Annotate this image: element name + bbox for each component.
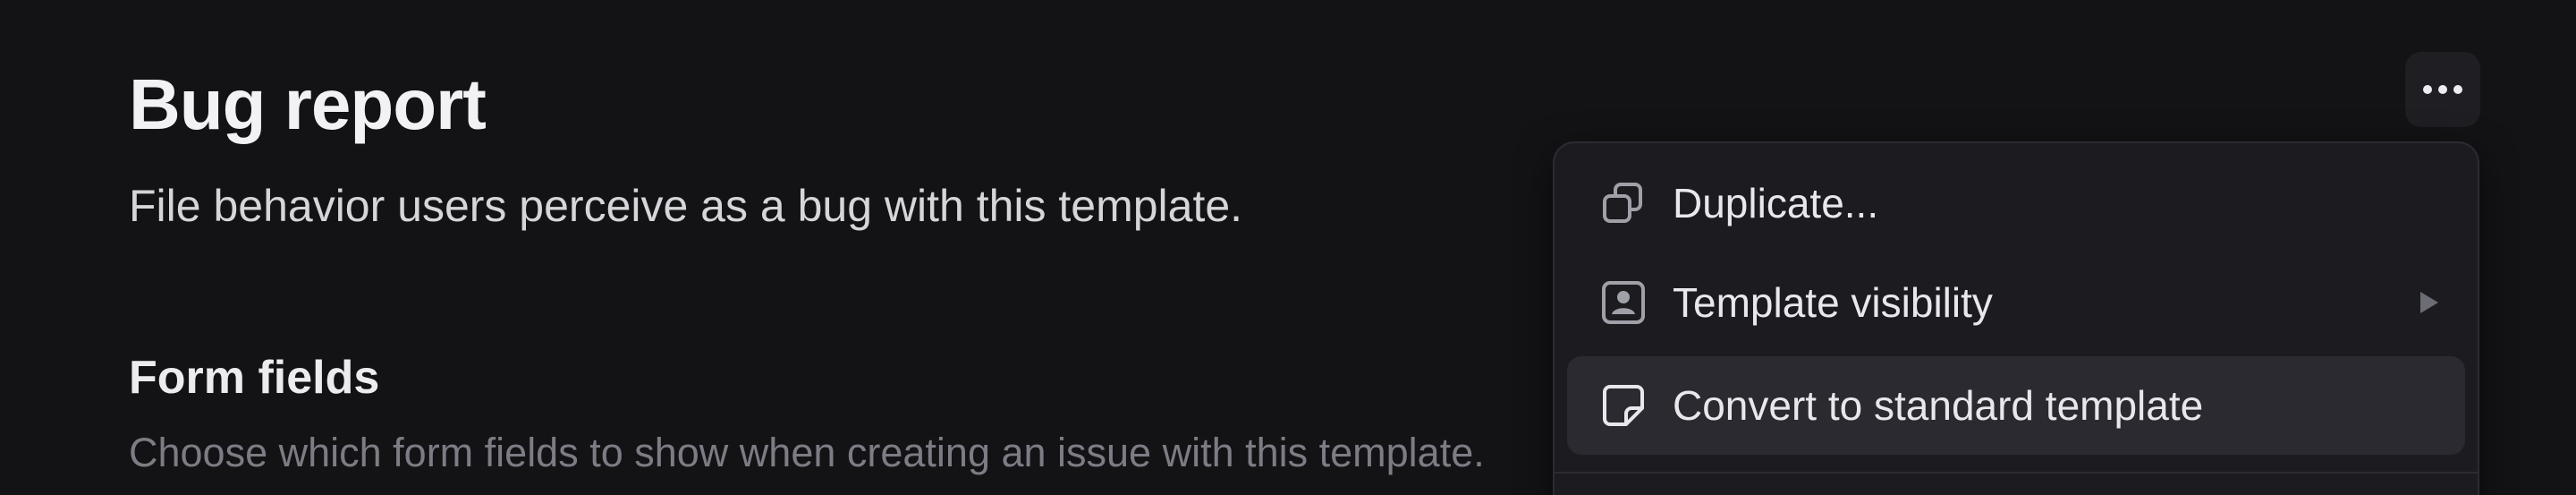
page-description: File behavior users perceive as a bug wi… [129, 181, 1243, 231]
menu-item-label: Duplicate... [1673, 180, 1879, 226]
options-menu: Duplicate... Template visibility Convert [1553, 141, 2479, 495]
menu-divider [1555, 472, 2478, 474]
chevron-right-icon [2420, 292, 2438, 313]
form-fields-title: Form fields [129, 352, 380, 404]
menu-item-template-visibility[interactable]: Template visibility [1567, 253, 2465, 352]
visibility-icon [1599, 278, 1648, 327]
duplicate-icon [1599, 179, 1648, 227]
convert-icon [1599, 381, 1648, 430]
menu-item-convert-to-standard[interactable]: Convert to standard template [1567, 356, 2465, 455]
ellipsis-icon [2423, 85, 2432, 94]
more-options-button[interactable] [2405, 52, 2480, 127]
menu-item-label: Convert to standard template [1673, 382, 2204, 429]
menu-item-duplicate[interactable]: Duplicate... [1567, 154, 2465, 252]
template-settings-page: Bug report File behavior users perceive … [0, 0, 2576, 495]
form-fields-description: Choose which form fields to show when cr… [129, 430, 1485, 475]
menu-item-label: Template visibility [1673, 279, 1993, 326]
page-title: Bug report [129, 64, 487, 144]
